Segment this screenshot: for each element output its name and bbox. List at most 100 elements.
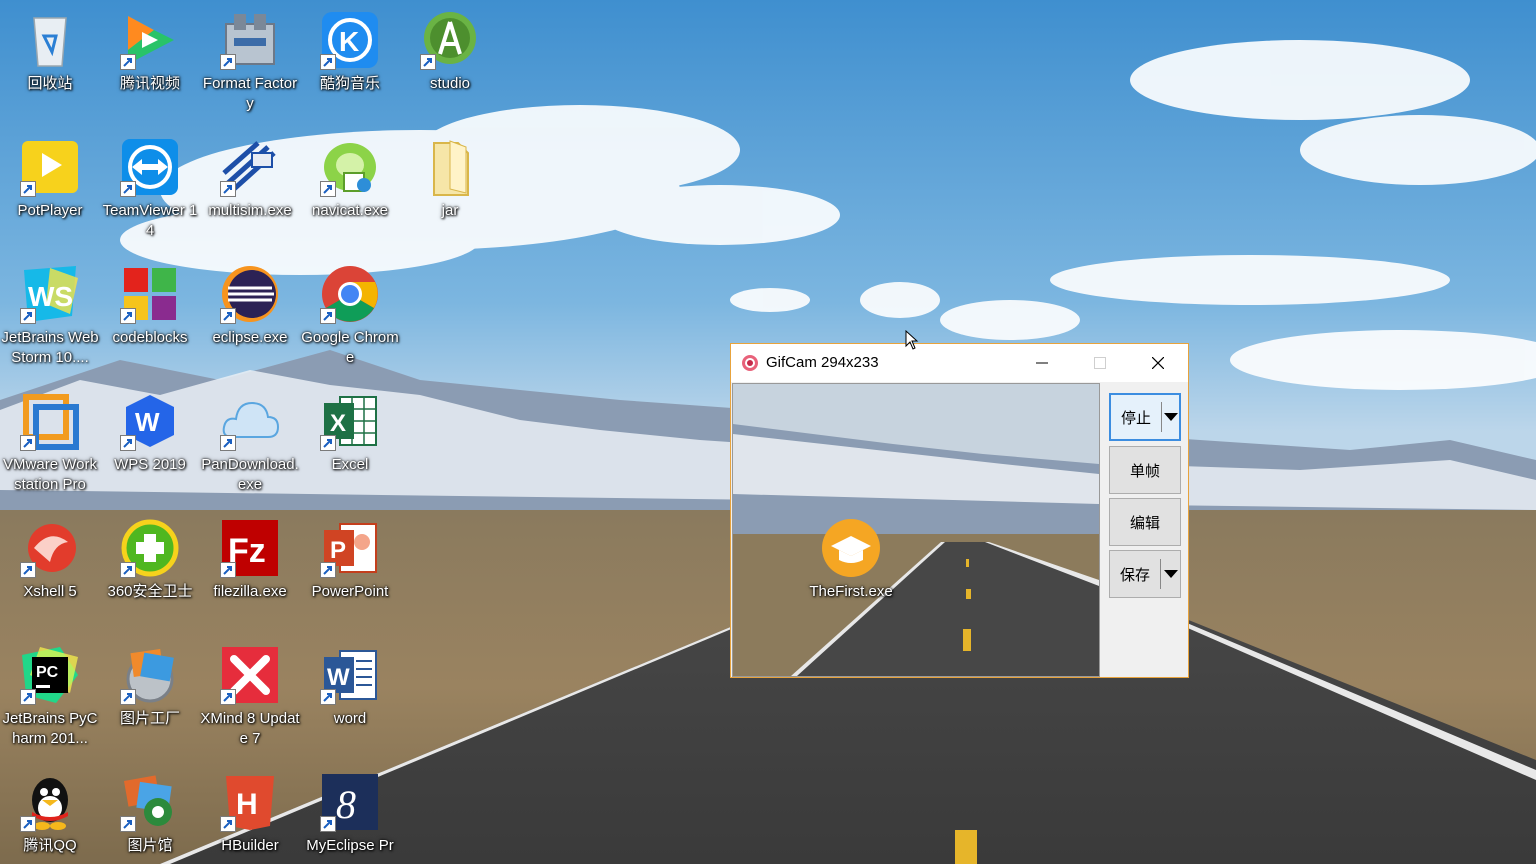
edit-button[interactable]: 编辑 xyxy=(1109,498,1181,546)
desktop-icon-format-factory[interactable]: Format Factory xyxy=(200,0,300,120)
desktop-icon-kugou[interactable]: K 酷狗音乐 xyxy=(300,0,400,120)
captured-desktop-icon-thefirst[interactable]: TheFirst.exe xyxy=(801,508,901,628)
vmware-icon xyxy=(20,391,80,451)
wps-icon: W xyxy=(120,391,180,451)
desktop-icon-hbuilder[interactable]: H HBuilder xyxy=(200,762,300,864)
desktop-icon-webstorm[interactable]: WS JetBrains WebStorm 10.... xyxy=(0,254,100,374)
tencent-video-icon xyxy=(120,10,180,70)
android-studio-icon xyxy=(420,10,480,70)
desktop-icon-navicat[interactable]: navicat.exe xyxy=(300,127,400,247)
title-bar[interactable]: GifCam 294x233 xyxy=(731,344,1188,382)
stop-button-label: 停止 xyxy=(1120,409,1151,427)
maximize-icon xyxy=(1094,357,1106,369)
desktop-icon-multisim[interactable]: multisim.exe xyxy=(200,127,300,247)
desktop-icon-codeblocks[interactable]: codeblocks xyxy=(100,254,200,374)
navicat-icon xyxy=(320,137,380,197)
single-frame-button[interactable]: 单帧 xyxy=(1109,446,1181,494)
close-button[interactable] xyxy=(1129,344,1187,382)
desktop-icon-pandownload[interactable]: PanDownload.exe xyxy=(200,381,300,501)
desktop-icon-label: HBuilder xyxy=(221,837,279,854)
desktop-icon-teamviewer[interactable]: TeamViewer 14 xyxy=(100,127,200,247)
webstorm-icon: WS xyxy=(20,264,80,324)
shortcut-arrow-icon xyxy=(220,54,236,70)
desktop-icon-wps[interactable]: W WPS 2019 xyxy=(100,381,200,501)
desktop-icon-eclipse[interactable]: eclipse.exe xyxy=(200,254,300,374)
myeclipse-icon: 8 xyxy=(320,772,380,832)
svg-text:P: P xyxy=(330,537,346,564)
shortcut-arrow-icon xyxy=(120,689,136,705)
svg-text:X: X xyxy=(330,410,346,437)
xmind-icon xyxy=(220,645,280,705)
gifcam-app-icon xyxy=(742,355,758,371)
desktop-icon-myeclipse[interactable]: 8 MyEclipse Pr xyxy=(300,762,400,864)
save-button[interactable]: 保存 xyxy=(1109,550,1181,598)
gifcam-window[interactable]: GifCam 294x233 TheFirst.exe 停止 单帧 编辑 保存 xyxy=(730,343,1189,678)
capture-frame[interactable]: TheFirst.exe xyxy=(732,383,1100,677)
window-title: GifCam 294x233 xyxy=(766,354,879,371)
desktop-icon-label: Xshell 5 xyxy=(23,583,77,600)
maximize-button[interactable] xyxy=(1071,344,1129,382)
captured-wallpaper xyxy=(733,384,1099,676)
desktop-icon-label: eclipse.exe xyxy=(212,329,288,346)
minimize-button[interactable] xyxy=(1013,344,1071,382)
shortcut-arrow-icon xyxy=(20,181,36,197)
desktop-icon-360[interactable]: 360安全卫士 xyxy=(100,508,200,628)
desktop-icon-label: 360安全卫士 xyxy=(107,583,193,600)
pandownload-icon xyxy=(220,391,280,451)
desktop-icon-qq[interactable]: 腾讯QQ xyxy=(0,762,100,864)
shortcut-arrow-icon xyxy=(420,54,436,70)
qq-icon xyxy=(20,772,80,832)
desktop-icon-picture-factory[interactable]: 图片工厂 xyxy=(100,635,200,755)
save-options-dropdown[interactable] xyxy=(1161,570,1180,578)
svg-text:PC: PC xyxy=(36,664,59,681)
teamviewer-icon xyxy=(120,137,180,197)
desktop-icon-powerpoint[interactable]: P PowerPoint xyxy=(300,508,400,628)
hbuilder-icon: H xyxy=(220,772,280,832)
desktop-icon-jar[interactable]: jar xyxy=(400,127,500,247)
shortcut-arrow-icon xyxy=(320,54,336,70)
shortcut-arrow-icon xyxy=(320,816,336,832)
stop-button[interactable]: 停止 xyxy=(1109,393,1181,441)
recycle-bin-icon xyxy=(20,10,80,70)
desktop-icon-picture-gallery[interactable]: 图片馆 xyxy=(100,762,200,864)
desktop-icon-label: PanDownload.exe xyxy=(201,456,299,493)
shortcut-arrow-icon xyxy=(120,308,136,324)
desktop-icon-label: filezilla.exe xyxy=(213,583,287,600)
desktop-icon-android-studio[interactable]: studio xyxy=(400,0,500,120)
desktop-icon-label: MyEclipse Pr xyxy=(306,837,394,854)
close-icon xyxy=(1152,357,1164,369)
shortcut-arrow-icon xyxy=(120,435,136,451)
desktop-icon-potplayer[interactable]: PotPlayer xyxy=(0,127,100,247)
desktop-icon-xmind[interactable]: XMind 8 Update 7 xyxy=(200,635,300,755)
desktop-icon-label: TheFirst.exe xyxy=(809,583,893,600)
desktop-icon-vmware[interactable]: VMware Workstation Pro xyxy=(0,381,100,501)
desktop-icon-word[interactable]: W word xyxy=(300,635,400,755)
shortcut-arrow-icon xyxy=(320,689,336,705)
shortcut-arrow-icon xyxy=(120,562,136,578)
desktop-icon-label: studio xyxy=(429,75,471,92)
chrome-icon xyxy=(320,264,380,324)
svg-text:W: W xyxy=(327,664,350,691)
svg-text:8: 8 xyxy=(336,782,356,827)
stop-options-dropdown[interactable] xyxy=(1162,413,1179,421)
desktop-icon-recycle-bin[interactable]: 回收站 xyxy=(0,0,100,120)
desktop-icon-pycharm[interactable]: PC JetBrains PyCharm 201... xyxy=(0,635,100,755)
desktop-icon-excel[interactable]: X Excel xyxy=(300,381,400,501)
desktop-icon-chrome[interactable]: Google Chrome xyxy=(300,254,400,374)
folder-icon xyxy=(420,137,480,197)
shortcut-arrow-icon xyxy=(220,562,236,578)
minimize-icon xyxy=(1036,362,1048,364)
xshell-icon xyxy=(20,518,80,578)
desktop-icon-label: Format Factory xyxy=(202,75,298,112)
multisim-icon xyxy=(220,137,280,197)
desktop-icon-label: 图片工厂 xyxy=(119,710,180,727)
desktop-icon-tencent-video[interactable]: 腾讯视频 xyxy=(100,0,200,120)
excel-icon: X xyxy=(320,391,380,451)
shortcut-arrow-icon xyxy=(320,435,336,451)
desktop-icon-label: 酷狗音乐 xyxy=(319,75,380,92)
desktop: 回收站 PotPlayer WS JetBrains WebStorm 10..… xyxy=(0,0,1536,864)
eclipse-icon xyxy=(220,264,280,324)
desktop-icon-filezilla[interactable]: Fz filezilla.exe xyxy=(200,508,300,628)
desktop-icon-xshell[interactable]: Xshell 5 xyxy=(0,508,100,628)
picture-factory-icon xyxy=(120,645,180,705)
